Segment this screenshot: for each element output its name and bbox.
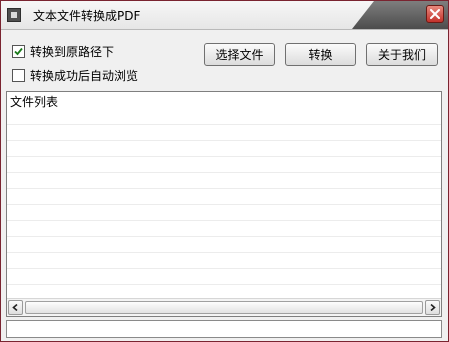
app-icon[interactable]: [7, 8, 21, 22]
status-bar: [6, 320, 442, 338]
convert-to-original-path-option[interactable]: 转换到原路径下: [12, 43, 114, 60]
convert-button[interactable]: 转换: [285, 43, 356, 66]
horizontal-scrollbar[interactable]: [7, 298, 441, 316]
file-list-header-label: 文件列表: [10, 95, 59, 109]
title-bar[interactable]: 文本文件转换成PDF: [1, 1, 448, 30]
scroll-left-button[interactable]: [8, 300, 23, 315]
choose-file-button[interactable]: 选择文件: [204, 43, 275, 66]
auto-browse-label: 转换成功后自动浏览: [30, 69, 139, 83]
auto-browse-checkbox[interactable]: [12, 69, 25, 82]
app-window: 文本文件转换成PDF 转换到原路径下 转换成功后自动浏览 选择文件 转换 关于我…: [0, 0, 449, 342]
auto-browse-option[interactable]: 转换成功后自动浏览: [12, 67, 138, 84]
convert-to-original-path-label: 转换到原路径下: [30, 45, 115, 59]
chevron-right-icon: [430, 304, 436, 311]
window-title: 文本文件转换成PDF: [33, 9, 141, 23]
check-icon: [14, 47, 23, 56]
scrollbar-thumb[interactable]: [25, 301, 423, 314]
convert-to-original-path-checkbox[interactable]: [12, 45, 25, 58]
file-list-body[interactable]: [7, 109, 441, 299]
scroll-right-button[interactable]: [425, 300, 440, 315]
close-icon: [430, 9, 440, 19]
about-us-button[interactable]: 关于我们: [366, 43, 438, 66]
file-list-header[interactable]: 文件列表: [7, 92, 441, 110]
close-button[interactable]: [426, 5, 444, 23]
file-list[interactable]: 文件列表: [6, 91, 442, 317]
chevron-left-icon: [12, 304, 18, 311]
